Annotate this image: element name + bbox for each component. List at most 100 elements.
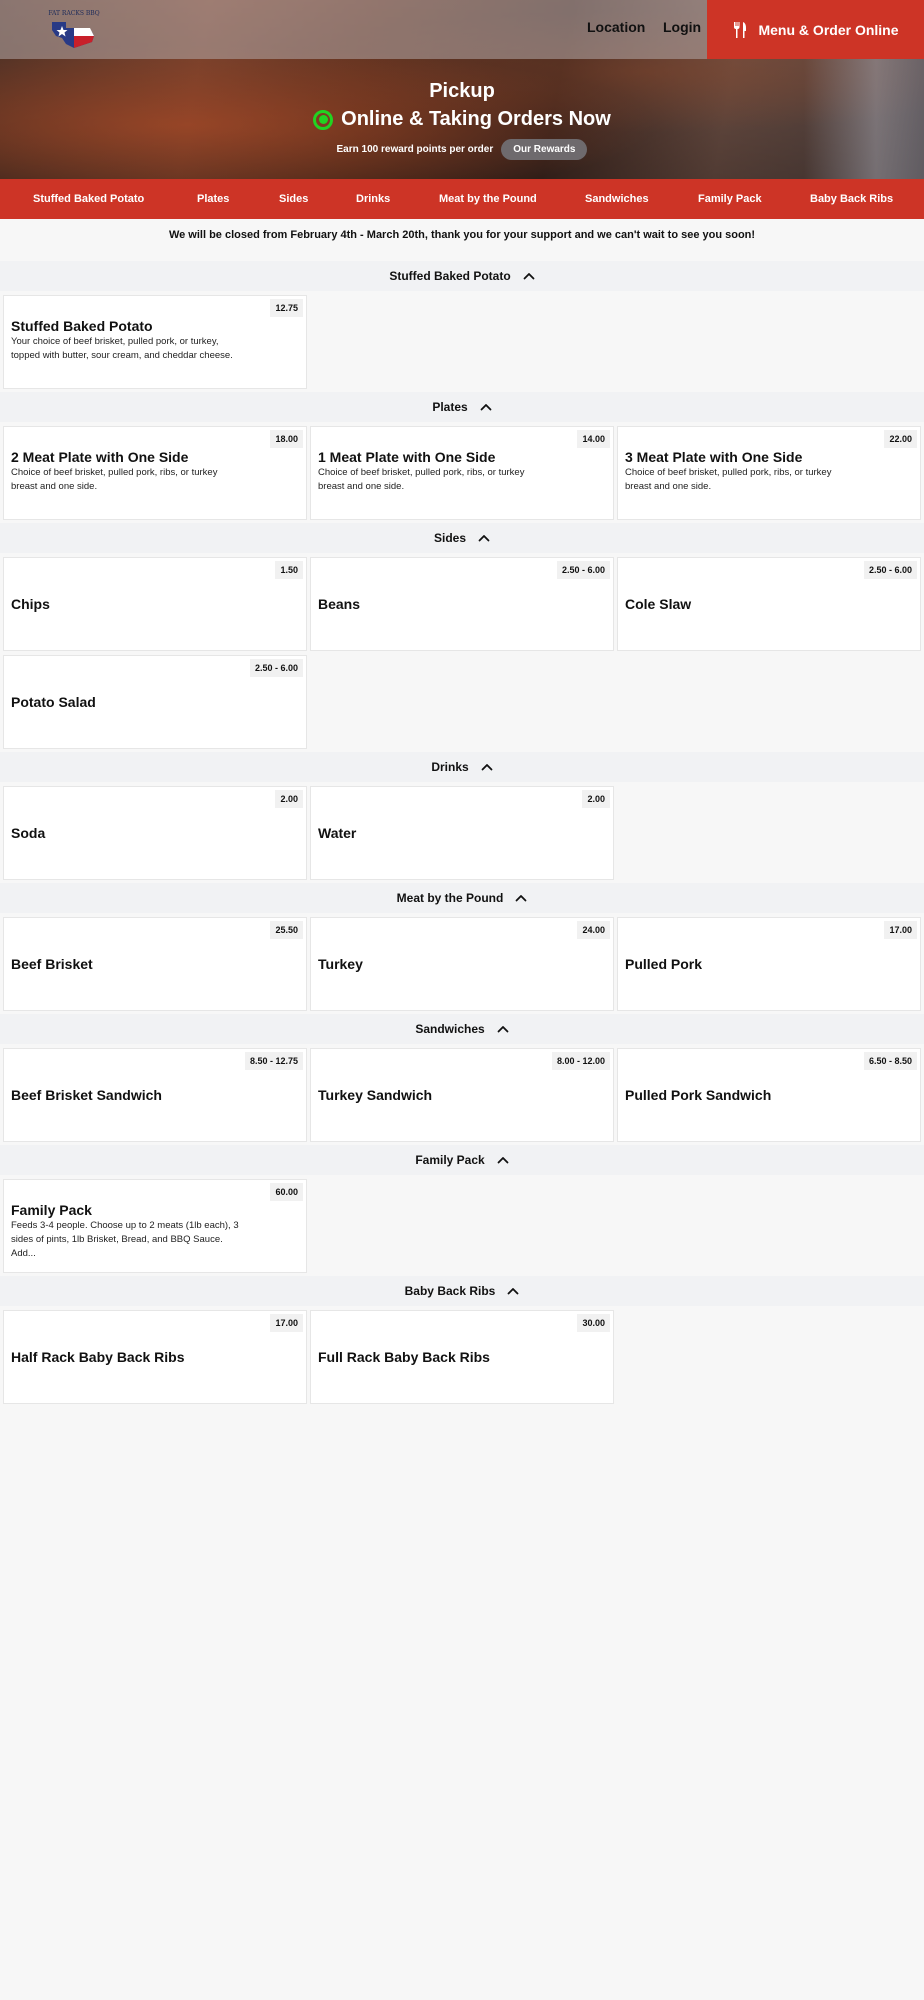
item-description: Your choice of beef brisket, pulled pork… [11,336,233,361]
section-header[interactable]: Plates [0,392,924,422]
section-header[interactable]: Baby Back Ribs [0,1276,924,1306]
section-header[interactable]: Drinks [0,752,924,782]
our-rewards-button[interactable]: Our Rewards [501,139,588,160]
rewards-row: Earn 100 reward points per order Our Rew… [0,139,924,160]
menu-item-card[interactable]: 12.75 Stuffed Baked Potato Your choice of … [3,295,307,389]
item-description: Choice of beef brisket, pulled pork, rib… [625,467,832,492]
nav-login-link[interactable]: Login [663,19,701,35]
section-title: Sides [433,531,466,545]
section-header[interactable]: Stuffed Baked Potato [0,261,924,291]
closure-notice: We will be closed from February 4th - Ma… [168,229,756,241]
category-link[interactable]: Baby Back Ribs [810,193,893,205]
chevron-up-icon[interactable] [481,763,493,771]
menu-item-card[interactable]: 8.50 - 12.75 Beef Brisket Sandwich [3,1048,307,1142]
menu-item-card[interactable]: 2.00 Water [310,786,614,880]
item-price: 24.00 [577,921,610,939]
logo[interactable]: FAT RACKS BBQ [44,10,104,50]
order-button-label: Menu & Order Online [758,21,899,38]
chevron-up-icon[interactable] [515,894,527,902]
item-price: 2.50 - 6.00 [863,561,917,579]
chevron-up-icon[interactable] [478,534,490,542]
item-description: Feeds 3-4 people. Choose up to 2 meats (… [11,1220,239,1259]
item-name: Beef Brisket Sandwich [11,1087,162,1103]
item-price: 2.00 [275,790,303,808]
menu-item-card[interactable]: 24.00 Turkey [310,917,614,1011]
section-title: Family Pack [415,1153,485,1167]
item-name: Beans [318,596,361,612]
item-price: 12.75 [270,299,303,317]
menu-item-card[interactable]: 30.00 Full Rack Baby Back Ribs [310,1310,614,1404]
category-link[interactable]: Plates [197,193,229,205]
section-header[interactable]: Family Pack [0,1145,924,1175]
item-name: Stuffed Baked Potato [11,318,153,334]
item-name: 2 Meat Plate with One Side [11,449,189,465]
category-link[interactable]: Sides [279,193,308,205]
section-header[interactable]: Meat by the Pound [0,883,924,913]
category-link[interactable]: Sandwiches [585,193,649,205]
section-title: Meat by the Pound [396,891,504,905]
item-price: 6.50 - 8.50 [863,1052,917,1070]
menu-item-card[interactable]: 60.00 Family Pack Feeds 3-4 people. Choose… [3,1179,307,1273]
menu-item-card[interactable]: 18.00 2 Meat Plate with One Side Choice of… [3,426,307,520]
menu-item-card[interactable]: 25.50 Beef Brisket [3,917,307,1011]
menu-item-card[interactable]: 17.00 Pulled Pork [617,917,921,1011]
fork-knife-icon [734,21,747,38]
category-link[interactable]: Meat by the Pound [439,193,537,205]
item-price: 18.00 [270,430,303,448]
menu-item-card[interactable]: 2.50 - 6.00 Potato Salad [3,655,307,749]
section-header[interactable]: Sandwiches [0,1014,924,1044]
online-status-text: Online & Taking Orders Now [341,108,611,130]
chevron-up-icon[interactable] [507,1287,519,1295]
item-price: 17.00 [884,921,917,939]
item-price: 8.50 - 12.75 [244,1052,303,1070]
online-status: Online & Taking Orders Now [0,108,924,131]
menu-item-card[interactable]: 2.50 - 6.00 Cole Slaw [617,557,921,651]
item-name: Turkey [318,956,363,972]
menu-order-online-button[interactable]: Menu & Order Online [707,0,924,59]
nav-location-link[interactable]: Location [587,19,645,35]
menu-item-card[interactable]: 17.00 Half Rack Baby Back Ribs [3,1310,307,1404]
item-name: Half Rack Baby Back Ribs [11,1349,185,1365]
menu-item-card[interactable]: 22.00 3 Meat Plate with One Side Choice of… [617,426,921,520]
item-price: 14.00 [577,430,610,448]
section-title: Sandwiches [415,1022,485,1036]
item-price: 30.00 [577,1314,610,1332]
chevron-up-icon[interactable] [497,1025,509,1033]
menu-item-card[interactable]: 14.00 1 Meat Plate with One Side Choice of… [310,426,614,520]
section-title: Plates [432,400,468,414]
rewards-text: Earn 100 reward points per order [336,144,494,155]
section-header[interactable]: Sides [0,523,924,553]
chevron-up-icon[interactable] [497,1156,509,1164]
item-name: Turkey Sandwich [318,1087,433,1103]
item-name: Full Rack Baby Back Ribs [318,1349,490,1365]
texas-flag-logo-icon [52,22,94,48]
chevron-up-icon[interactable] [523,272,535,280]
menu-item-card[interactable]: 8.00 - 12.00 Turkey Sandwich [310,1048,614,1142]
top-navigation: FAT RACKS BBQ Location Login Menu & Orde… [0,0,924,59]
item-name: Chips [11,596,50,612]
hero-banner: FAT RACKS BBQ Location Login Menu & Orde… [0,0,924,179]
item-name: 1 Meat Plate with One Side [318,449,496,465]
category-nav: Stuffed Baked Potato Plates Sides Drinks… [0,179,924,219]
section-title: Stuffed Baked Potato [389,269,511,283]
section-title: Baby Back Ribs [404,1284,496,1298]
item-price: 22.00 [884,430,917,448]
menu-item-card[interactable]: 1.50 Chips [3,557,307,651]
chevron-up-icon[interactable] [480,403,492,411]
item-name: Potato Salad [11,694,96,710]
online-status-icon [313,109,334,130]
item-name: Family Pack [11,1202,92,1218]
item-name: Cole Slaw [625,596,692,612]
item-name: 3 Meat Plate with One Side [625,449,803,465]
category-link[interactable]: Drinks [356,193,390,205]
item-price: 2.50 - 6.00 [249,659,303,677]
category-link[interactable]: Family Pack [698,193,762,205]
menu-item-card[interactable]: 2.00 Soda [3,786,307,880]
menu-item-card[interactable]: 6.50 - 8.50 Pulled Pork Sandwich [617,1048,921,1142]
item-description: Choice of beef brisket, pulled pork, rib… [318,467,525,492]
item-name: Beef Brisket [11,956,93,972]
menu-item-card[interactable]: 2.50 - 6.00 Beans [310,557,614,651]
item-price: 60.00 [270,1183,303,1201]
category-link[interactable]: Stuffed Baked Potato [33,193,144,205]
item-price: 2.50 - 6.00 [556,561,610,579]
